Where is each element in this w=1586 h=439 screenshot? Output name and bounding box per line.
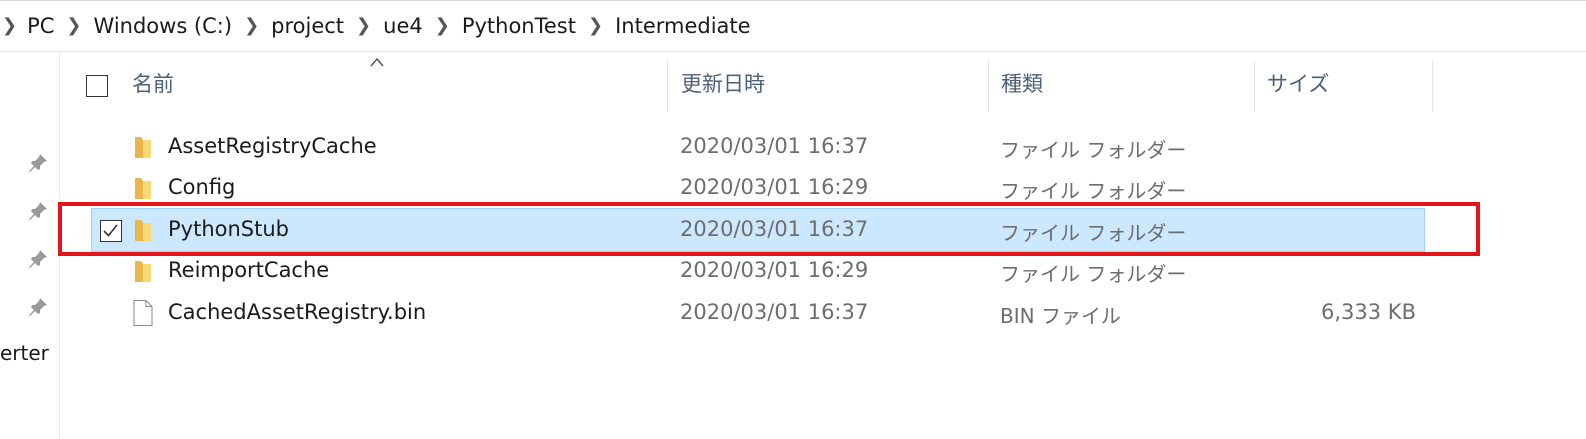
column-divider[interactable] — [1432, 60, 1433, 112]
file-modified: 2020/03/01 16:37 — [680, 217, 869, 241]
breadcrumb-ue4[interactable]: ue4 — [383, 14, 423, 38]
breadcrumb-windows-c[interactable]: Windows (C:) — [94, 14, 233, 38]
file-modified: 2020/03/01 16:37 — [680, 300, 869, 324]
file-row[interactable]: Config 2020/03/01 16:29 ファイル フォルダー — [0, 168, 1586, 208]
column-header-modified[interactable]: 更新日時 — [681, 68, 765, 98]
row-checkbox-checked[interactable] — [100, 220, 122, 242]
file-size: 6,333 KB — [1321, 300, 1416, 324]
file-name[interactable]: PythonStub — [168, 217, 289, 241]
file-name[interactable]: Config — [168, 175, 235, 199]
folder-icon — [135, 261, 151, 282]
file-row-selected[interactable]: PythonStub 2020/03/01 16:37 ファイル フォルダー — [0, 208, 1586, 252]
chevron-right-icon[interactable]: ❯ — [435, 15, 450, 36]
column-header-size[interactable]: サイズ — [1267, 68, 1329, 98]
file-icon — [133, 300, 153, 326]
file-row[interactable]: AssetRegistryCache 2020/03/01 16:37 ファイル… — [0, 127, 1586, 167]
sort-ascending-icon — [370, 57, 384, 67]
select-all-checkbox[interactable] — [86, 75, 108, 97]
file-row[interactable]: ReimportCache 2020/03/01 16:29 ファイル フォルダ… — [0, 251, 1586, 291]
breadcrumb: ❯ PC ❯ Windows (C:) ❯ project ❯ ue4 ❯ Py… — [0, 0, 1586, 52]
breadcrumb-project[interactable]: project — [271, 14, 344, 38]
column-divider[interactable] — [988, 60, 989, 112]
chevron-right-icon[interactable]: ❯ — [66, 15, 81, 36]
file-type: ファイル フォルダー — [1000, 262, 1187, 286]
column-header-type[interactable]: 種類 — [1001, 68, 1043, 98]
folder-icon — [135, 178, 151, 199]
column-header-name[interactable]: 名前 — [132, 68, 174, 98]
file-modified: 2020/03/01 16:29 — [680, 175, 869, 199]
file-type: ファイル フォルダー — [1000, 179, 1187, 203]
breadcrumb-intermediate[interactable]: Intermediate — [615, 14, 751, 38]
file-name[interactable]: AssetRegistryCache — [168, 134, 377, 158]
column-divider[interactable] — [1254, 60, 1255, 112]
file-modified: 2020/03/01 16:37 — [680, 134, 869, 158]
file-name[interactable]: CachedAssetRegistry.bin — [168, 300, 426, 324]
chevron-right-icon[interactable]: ❯ — [2, 15, 17, 36]
check-icon — [103, 224, 118, 237]
breadcrumb-pythontest[interactable]: PythonTest — [462, 14, 576, 38]
breadcrumb-pc[interactable]: PC — [27, 14, 54, 38]
folder-icon — [135, 220, 151, 241]
file-type: BIN ファイル — [1000, 304, 1121, 328]
file-row[interactable]: CachedAssetRegistry.bin 2020/03/01 16:37… — [0, 293, 1586, 333]
folder-icon — [135, 137, 151, 158]
nav-item-label[interactable]: erter — [0, 341, 56, 365]
file-modified: 2020/03/01 16:29 — [680, 258, 869, 282]
chevron-right-icon[interactable]: ❯ — [244, 15, 259, 36]
chevron-right-icon[interactable]: ❯ — [356, 15, 371, 36]
column-divider[interactable] — [667, 60, 668, 112]
file-type: ファイル フォルダー — [1000, 138, 1187, 162]
chevron-right-icon[interactable]: ❯ — [588, 15, 603, 36]
file-name[interactable]: ReimportCache — [168, 258, 329, 282]
file-type: ファイル フォルダー — [1000, 221, 1187, 245]
